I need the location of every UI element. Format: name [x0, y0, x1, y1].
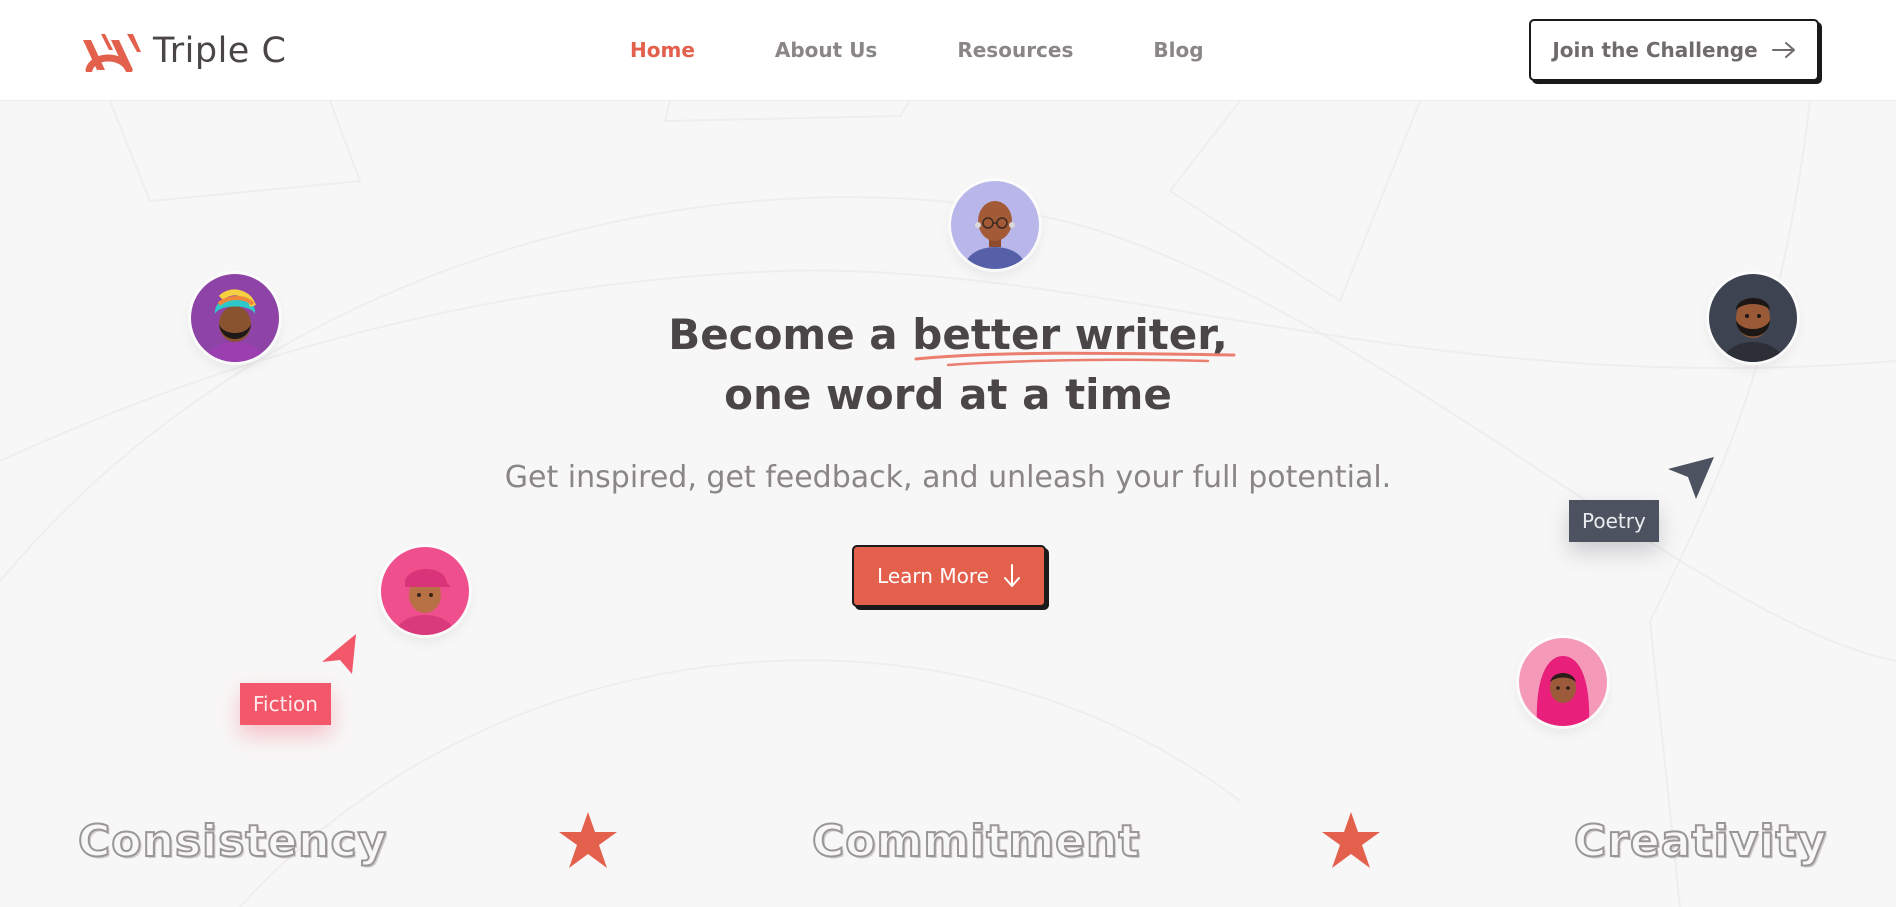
nav-home[interactable]: Home [630, 38, 695, 62]
site-header: Triple C Home About Us Resources Blog Jo… [0, 0, 1896, 101]
nav-blog[interactable]: Blog [1153, 38, 1203, 62]
value-word-creativity: Creativity [1573, 815, 1828, 868]
logo-icon [83, 34, 141, 72]
main-nav: Home About Us Resources Blog [630, 38, 1204, 62]
avatar-turban-man [191, 274, 279, 362]
star-icon [559, 812, 617, 868]
cursor-pointer-icon [322, 634, 356, 674]
headline-line2: one word at a time [724, 370, 1172, 419]
poetry-tag: Poetry [1569, 500, 1659, 542]
avatar-pink-hat [381, 547, 469, 635]
value-word-consistency: Consistency [77, 815, 388, 868]
fiction-tag: Fiction [240, 683, 331, 725]
avatar-bald-glasses [951, 181, 1039, 269]
arrow-right-icon [1771, 42, 1795, 58]
nav-resources[interactable]: Resources [957, 38, 1073, 62]
nav-about-us[interactable]: About Us [775, 38, 877, 62]
logo[interactable]: Triple C [79, 29, 286, 73]
star-icon [1322, 812, 1380, 868]
avatar-bearded-man [1709, 274, 1797, 362]
arrow-down-icon [1003, 564, 1020, 587]
highlight-underline [914, 351, 1236, 367]
join-challenge-button[interactable]: Join the Challenge [1529, 19, 1819, 81]
learn-more-button[interactable]: Learn More [852, 545, 1046, 607]
learn-more-label: Learn More [877, 564, 989, 588]
join-challenge-label: Join the Challenge [1552, 38, 1758, 62]
cursor-pointer-icon [1668, 457, 1714, 499]
avatar-hijab-woman [1519, 638, 1607, 726]
brand-name: Triple C [153, 31, 287, 71]
headline-prefix: Become a [668, 310, 913, 359]
hero-subheadline: Get inspired, get feedback, and unleash … [504, 460, 1392, 495]
value-word-commitment: Commitment [811, 815, 1141, 868]
